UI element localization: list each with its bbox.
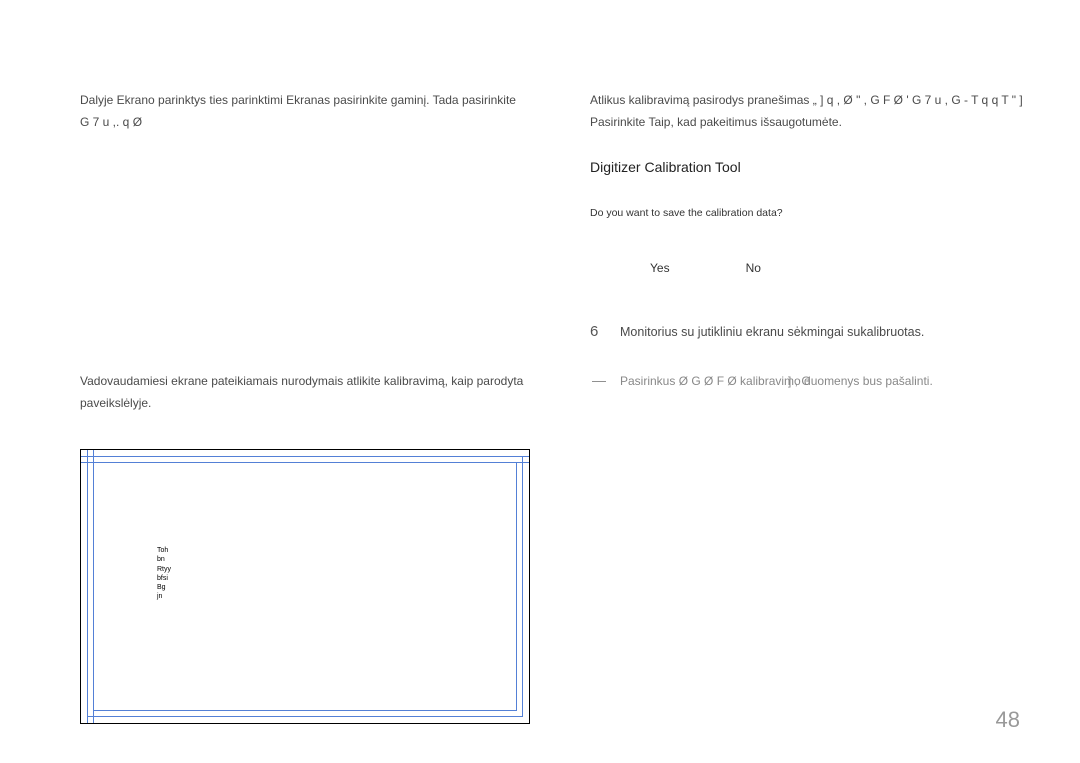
right-column: Atlikus kalibravimą pasirodys pranešimas… bbox=[590, 90, 1050, 724]
calib-line: Bg bbox=[157, 583, 171, 592]
page: Dalyje Ekrano parinktys ties parinktimi … bbox=[0, 0, 1080, 754]
calib-line: bfsi bbox=[157, 574, 171, 583]
calib-line: jn bbox=[157, 592, 171, 601]
spacer bbox=[80, 151, 530, 371]
yes-button[interactable]: Yes bbox=[650, 261, 670, 275]
calib-center-text: Toh bn Rtyy bfsi Bg jn bbox=[157, 546, 171, 601]
dialog-buttons: Yes No bbox=[590, 261, 1050, 275]
calibration-diagram: Toh bn Rtyy bfsi Bg jn bbox=[80, 449, 530, 724]
left-para-2: Vadovaudamiesi ekrane pateikiamais nurod… bbox=[80, 371, 530, 414]
note-main: Pasirinkus Ø G Ø F Ø kalibravimo duomeny… bbox=[620, 374, 933, 388]
left-column: Dalyje Ekrano parinktys ties parinktimi … bbox=[80, 90, 530, 724]
step-6: 6 Monitorius su jutikliniu ekranu sėkmin… bbox=[590, 323, 1050, 342]
calib-line: Rtyy bbox=[157, 565, 171, 574]
para1-text: Dalyje Ekrano parinktys ties parinktimi … bbox=[80, 93, 516, 107]
dialog: Digitizer Calibration Tool Do you want t… bbox=[590, 159, 1050, 275]
left-para-1: Dalyje Ekrano parinktys ties parinktimi … bbox=[80, 90, 530, 133]
page-number: 48 bbox=[996, 707, 1020, 733]
para1-sub: G 7 u ,. q Ø bbox=[80, 115, 142, 129]
dialog-question: Do you want to save the calibration data… bbox=[590, 207, 1050, 219]
note-dash-icon: ― bbox=[592, 372, 606, 391]
note-overlay: ] , G bbox=[788, 372, 811, 391]
no-button[interactable]: No bbox=[746, 261, 761, 275]
dialog-title: Digitizer Calibration Tool bbox=[590, 159, 1050, 175]
step-number: 6 bbox=[590, 323, 604, 340]
calib-line: bn bbox=[157, 555, 171, 564]
right-para1-sub: Pasirinkite Taip, kad pakeitimus išsaugo… bbox=[590, 115, 842, 129]
step-text: Monitorius su jutikliniu ekranu sėkminga… bbox=[620, 323, 924, 342]
right-para-1: Atlikus kalibravimą pasirodys pranešimas… bbox=[590, 90, 1050, 133]
note-text: Pasirinkus Ø G Ø F Ø kalibravimo duomeny… bbox=[620, 372, 933, 391]
calib-line: Toh bbox=[157, 546, 171, 555]
right-para1-text: Atlikus kalibravimą pasirodys pranešimas… bbox=[590, 93, 1023, 107]
note: ― Pasirinkus Ø G Ø F Ø kalibravimo duome… bbox=[590, 372, 1050, 391]
